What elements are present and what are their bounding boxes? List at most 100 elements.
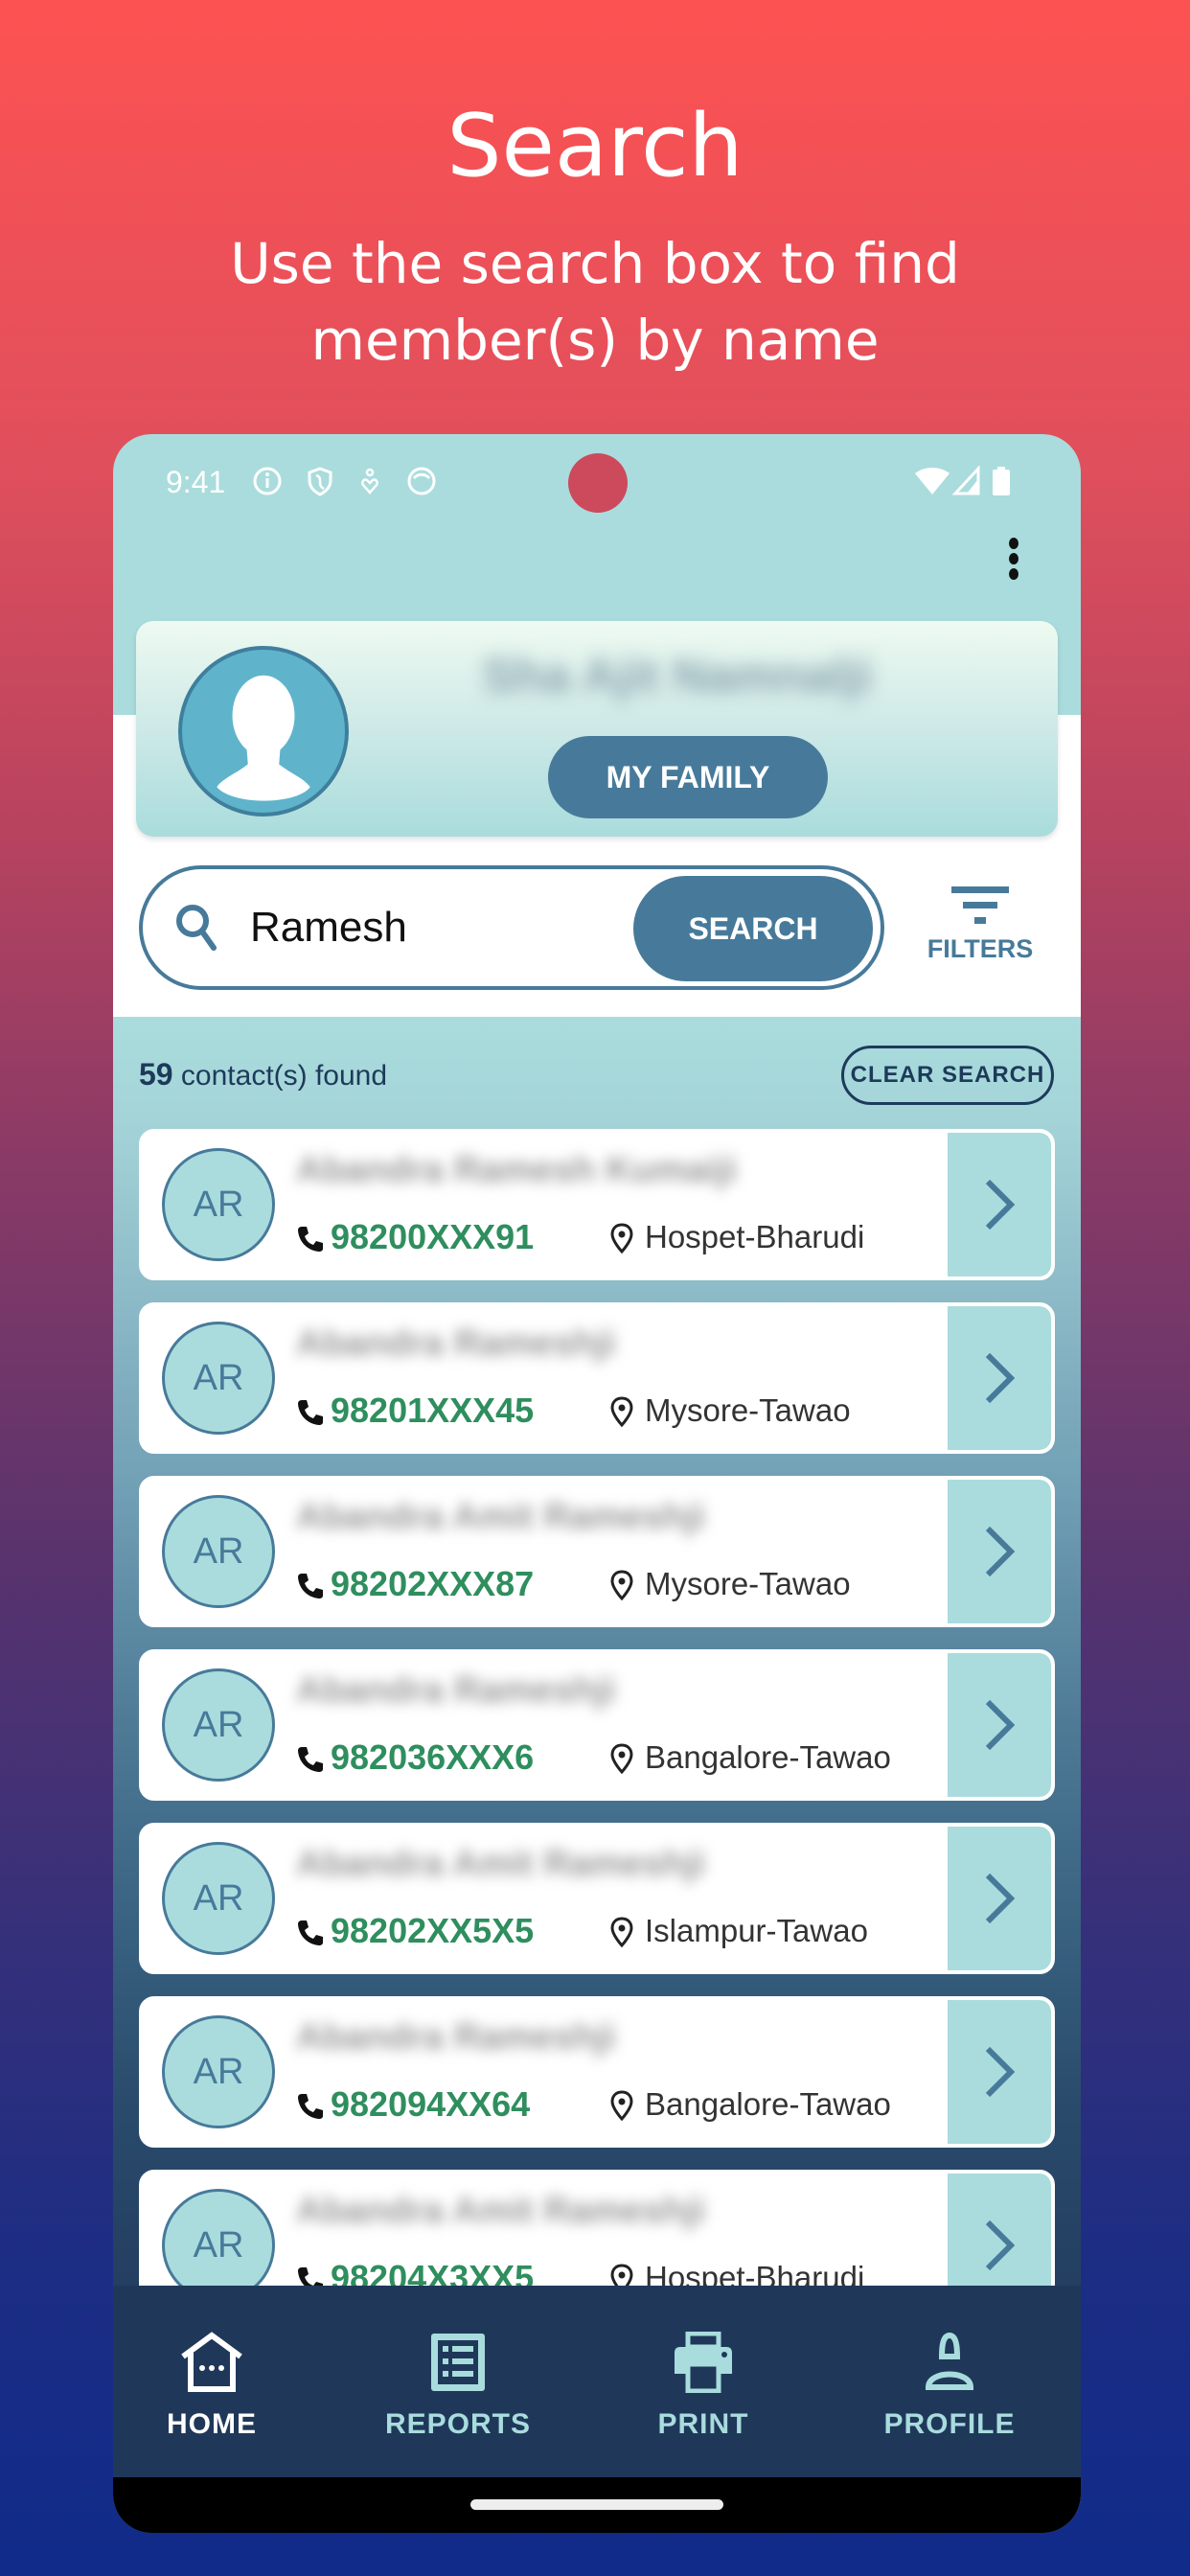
- cat-face-icon: [407, 467, 436, 495]
- results-list[interactable]: 59 contact(s) found CLEAR SEARCH AR Aband…: [113, 1017, 1081, 2291]
- phone-icon: [298, 1920, 323, 1945]
- gesture-bar: [113, 2477, 1081, 2533]
- chevron-right-icon: [985, 1699, 1016, 1751]
- contact-phone[interactable]: 982036XXX6: [331, 1737, 534, 1778]
- phone-icon: [298, 1227, 323, 1252]
- open-contact-button[interactable]: [948, 2174, 1051, 2291]
- contact-avatar: AR: [162, 2015, 275, 2128]
- nav-profile[interactable]: PROFILE: [854, 2332, 1045, 2441]
- accessibility-icon: [361, 468, 378, 494]
- contact-name: Abandra Rameshji: [296, 1323, 616, 1364]
- contact-location: Mysore-Tawao: [645, 1392, 851, 1428]
- printer-icon: [675, 2332, 732, 2393]
- contact-phone[interactable]: 98202XXX87: [331, 1564, 534, 1604]
- profile-name: Sha Ajit Namnalji: [482, 649, 873, 702]
- location-pin-icon: [610, 1570, 633, 1600]
- shield-icon: [308, 467, 332, 496]
- chevron-right-icon: [985, 1179, 1016, 1230]
- contact-avatar: AR: [162, 1495, 275, 1608]
- results-count-number: 59: [139, 1057, 173, 1092]
- nav-reports[interactable]: REPORTS: [362, 2332, 554, 2441]
- clear-search-button[interactable]: CLEAR SEARCH: [841, 1046, 1054, 1105]
- filters-label: FILTERS: [927, 934, 1034, 963]
- signal-icon: [951, 466, 980, 495]
- phone-icon: [298, 1400, 323, 1425]
- nav-home[interactable]: HOME: [116, 2332, 308, 2441]
- open-contact-button[interactable]: [948, 1306, 1051, 1450]
- promo-subtitle: Use the search box to find member(s) by …: [230, 231, 960, 373]
- open-contact-button[interactable]: [948, 1653, 1051, 1797]
- person-icon: [925, 2332, 974, 2390]
- person-silhouette-icon: [217, 675, 310, 801]
- more-vertical-icon[interactable]: [1004, 538, 1023, 586]
- location-pin-icon: [610, 2090, 633, 2121]
- search-box: SEARCH: [139, 865, 884, 990]
- search-button[interactable]: SEARCH: [633, 876, 873, 981]
- contact-card[interactable]: AR Abandra Ramesh Kumaiji 98200XXX91 Hospet…: [139, 1129, 1055, 1280]
- results-count-label: contact(s) found: [172, 1060, 388, 1092]
- contact-location: Mysore-Tawao: [645, 1566, 851, 1601]
- contact-location: Bangalore-Tawao: [645, 1739, 891, 1775]
- contact-avatar: AR: [162, 1842, 275, 1955]
- reports-icon: [431, 2334, 485, 2391]
- wifi-icon: [915, 468, 950, 494]
- contact-name: Abandra Rameshji: [296, 1670, 616, 1711]
- chevron-right-icon: [985, 2220, 1016, 2271]
- location-pin-icon: [610, 1223, 633, 1254]
- nav-reports-label: REPORTS: [384, 2408, 532, 2440]
- contact-phone[interactable]: 982094XX64: [331, 2084, 530, 2125]
- filters-button[interactable]: FILTERS: [918, 885, 1042, 980]
- battery-icon: [993, 467, 1010, 495]
- contact-phone[interactable]: 98201XXX45: [331, 1391, 534, 1431]
- open-contact-button[interactable]: [948, 2000, 1051, 2144]
- contact-phone[interactable]: 98202XX5X5: [331, 1911, 534, 1951]
- contact-card[interactable]: AR Abandra Rameshji 98201XXX45 Mysore-Tawao: [139, 1302, 1055, 1454]
- contact-card[interactable]: AR Abandra Rameshji 982036XXX6 Bangalore-Ta…: [139, 1649, 1055, 1801]
- results-count: 59 contact(s) found: [139, 1057, 387, 1092]
- chevron-right-icon: [985, 1526, 1016, 1577]
- contact-name: Abandra Amit Rameshji: [296, 1497, 706, 1537]
- contact-card[interactable]: AR Abandra Amit Rameshji 98202XX5X5 Islampu…: [139, 1823, 1055, 1974]
- search-icon: [176, 905, 217, 951]
- search-input[interactable]: [250, 898, 614, 957]
- nav-print-label: PRINT: [657, 2408, 749, 2440]
- home-indicator[interactable]: [470, 2499, 723, 2510]
- home-icon: [181, 2332, 242, 2392]
- profile-avatar[interactable]: [178, 646, 349, 816]
- location-pin-icon: [610, 1917, 633, 1947]
- open-contact-button[interactable]: [948, 1827, 1051, 1970]
- contact-name: Abandra Amit Rameshji: [296, 1844, 706, 1884]
- contact-phone[interactable]: 98200XXX91: [331, 1217, 534, 1257]
- camera-cutout: [568, 453, 628, 513]
- contact-location: Bangalore-Tawao: [645, 2086, 891, 2122]
- status-time: 9:41: [166, 465, 226, 499]
- my-family-button[interactable]: MY FAMILY: [548, 736, 828, 818]
- contact-avatar: AR: [162, 2189, 275, 2291]
- profile-card: Sha Ajit Namnalji MY FAMILY: [136, 621, 1058, 837]
- phone-icon: [298, 2094, 323, 2119]
- status-bar: 9:41: [113, 434, 1081, 530]
- nav-home-label: HOME: [167, 2408, 257, 2440]
- contact-avatar: AR: [162, 1668, 275, 1782]
- phone-screen: 9:41 Sha Ajit Namnalji MY FAMILY SEARCH: [113, 434, 1081, 2533]
- contact-card[interactable]: AR Abandra Amit Rameshji 98204X3XX5 Hospet-…: [139, 2170, 1055, 2291]
- contact-card[interactable]: AR Abandra Amit Rameshji 98202XXX87 Mysore-…: [139, 1476, 1055, 1627]
- promo-title: Search: [446, 96, 744, 196]
- contact-avatar: AR: [162, 1148, 275, 1261]
- info-icon: [253, 467, 282, 495]
- contact-name: Abandra Ramesh Kumaiji: [296, 1150, 738, 1190]
- contact-name: Abandra Amit Rameshji: [296, 2191, 706, 2231]
- bottom-nav: HOME REPORTS PRINT PROFILE: [113, 2286, 1081, 2477]
- location-pin-icon: [610, 1396, 633, 1427]
- nav-print[interactable]: PRINT: [607, 2332, 799, 2441]
- chevron-right-icon: [985, 1873, 1016, 1924]
- chevron-right-icon: [985, 2046, 1016, 2098]
- filter-icon: [951, 886, 1009, 924]
- contact-card[interactable]: AR Abandra Rameshji 982094XX64 Bangalore-Ta…: [139, 1996, 1055, 2148]
- contact-name: Abandra Rameshji: [296, 2017, 616, 2058]
- chevron-right-icon: [985, 1352, 1016, 1404]
- open-contact-button[interactable]: [948, 1480, 1051, 1623]
- open-contact-button[interactable]: [948, 1133, 1051, 1276]
- contact-location: Hospet-Bharudi: [645, 1219, 865, 1254]
- phone-icon: [298, 1574, 323, 1598]
